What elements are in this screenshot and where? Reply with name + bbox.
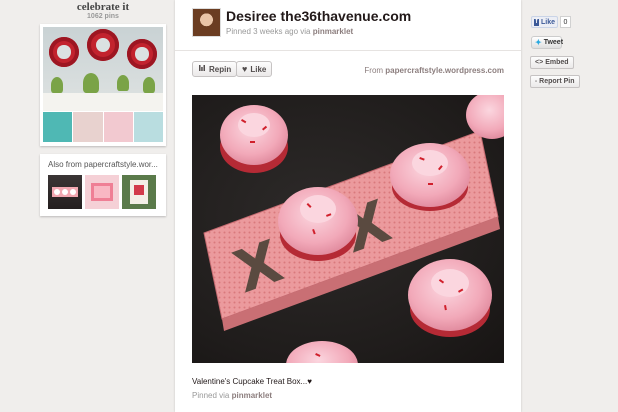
tweet-label: Tweet (543, 39, 564, 46)
tweet-button[interactable]: ✦ Tweet (531, 36, 564, 49)
board-cover-image[interactable] (43, 27, 163, 111)
board-title[interactable]: celebrate it (40, 1, 166, 13)
cupcake (220, 105, 288, 173)
pin-description: Valentine's Cupcake Treat Box...♥ (192, 377, 312, 386)
pinned-via: Pinned via pinmarklet (192, 391, 272, 400)
pinner-avatar[interactable] (192, 8, 221, 37)
pin-source-prefix: From (364, 66, 386, 75)
also-from-thumb-2[interactable] (85, 175, 119, 209)
also-from-card[interactable]: Also from papercraftstyle.wor... (40, 154, 166, 216)
header-divider (175, 50, 521, 51)
pin-source: From papercraftstyle.wordpress.com (364, 66, 504, 75)
also-from-label: Also from papercraftstyle.wor... (48, 160, 158, 169)
heart-icon: ♥ (242, 64, 248, 74)
pin-meta: Pinned 3 weeks ago via pinmarklet (226, 27, 353, 36)
repin-button[interactable]: Repin (192, 61, 238, 77)
also-from-thumb-3[interactable] (122, 175, 156, 209)
like-label: Like (250, 64, 267, 74)
facebook-like-label: Like (540, 18, 555, 26)
board-pin-count: 1062 pins (87, 13, 119, 20)
pinned-via-link[interactable]: pinmarklet (232, 391, 272, 400)
report-pin-button[interactable]: ▫ Report Pin (530, 75, 580, 88)
facebook-like-count: 0 (560, 16, 571, 28)
pin-meta-source-link[interactable]: pinmarklet (313, 27, 353, 36)
facebook-like-button[interactable]: f Like (531, 16, 558, 28)
embed-button[interactable]: <> Embed (530, 56, 574, 69)
repin-icon (198, 64, 206, 74)
report-pin-label: Report Pin (539, 78, 575, 85)
embed-icon: <> (535, 59, 544, 66)
board-thumbnails[interactable] (43, 112, 163, 142)
twitter-icon: ✦ (535, 37, 542, 47)
flag-icon: ▫ (535, 78, 538, 85)
pin-image[interactable]: X X (192, 95, 504, 363)
facebook-icon: f (534, 18, 539, 26)
like-button[interactable]: ♥ Like (236, 61, 273, 77)
pin-source-link[interactable]: papercraftstyle.wordpress.com (385, 66, 504, 75)
board-card[interactable] (40, 24, 166, 146)
also-from-thumb-1[interactable] (48, 175, 82, 209)
embed-label: Embed (545, 59, 569, 66)
pinned-via-prefix: Pinned via (192, 391, 232, 400)
repin-label: Repin (209, 64, 232, 74)
pinner-name[interactable]: Desiree the36thavenue.com (226, 8, 411, 24)
pin-detail-panel: Desiree the36thavenue.com Pinned 3 weeks… (175, 0, 521, 412)
pin-meta-prefix: Pinned 3 weeks ago via (226, 27, 313, 36)
